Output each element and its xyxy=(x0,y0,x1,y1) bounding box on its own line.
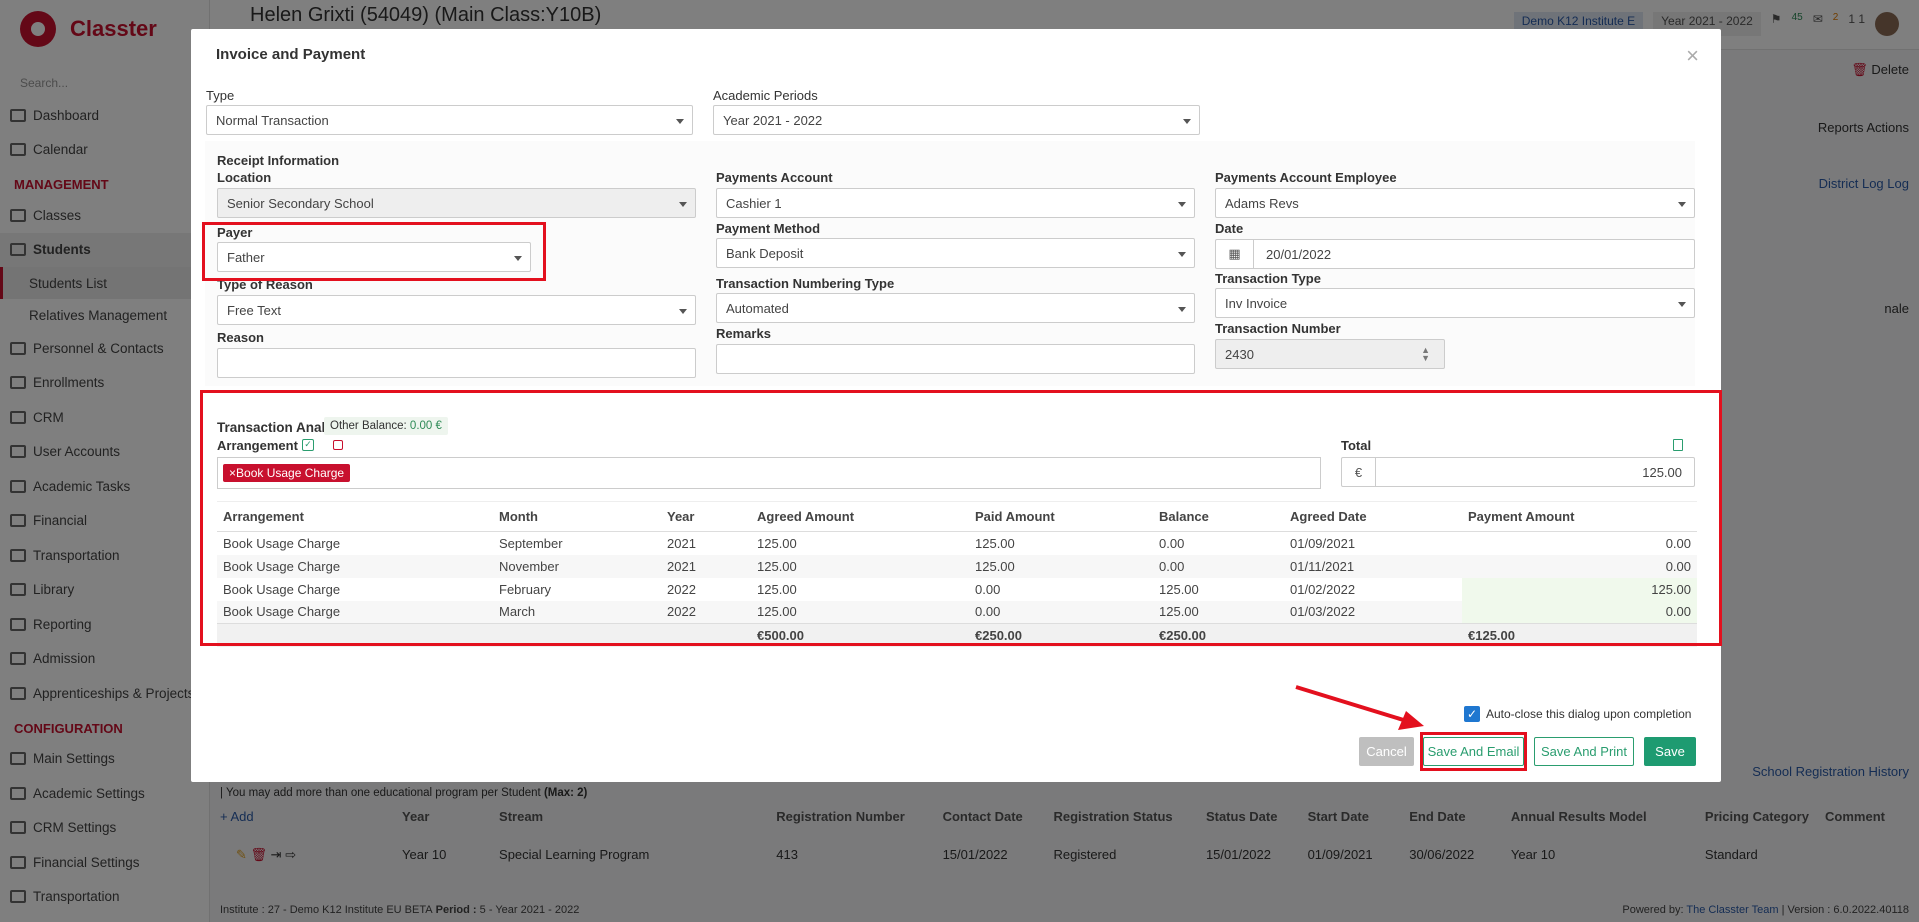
academic-periods-select[interactable]: Year 2021 - 2022 xyxy=(713,105,1200,135)
transaction-numbering-type-select[interactable]: Automated xyxy=(716,293,1195,323)
payment-method-label: Payment Method xyxy=(716,221,821,236)
transaction-type-select[interactable]: Inv Invoice xyxy=(1215,288,1695,318)
date-input[interactable]: ▦ 20/01/2022 xyxy=(1215,239,1695,269)
chevron-down-icon xyxy=(1178,202,1186,207)
spinner-icon: ▲ ▼ xyxy=(1421,345,1430,363)
payment-method-select[interactable]: Bank Deposit xyxy=(716,238,1195,268)
remarks-label: Remarks xyxy=(716,326,771,341)
chevron-down-icon xyxy=(1183,119,1191,124)
chevron-down-icon xyxy=(679,202,687,207)
cancel-button[interactable]: Cancel xyxy=(1359,737,1414,766)
remarks-textarea[interactable] xyxy=(716,344,1195,374)
reason-input[interactable] xyxy=(217,348,696,378)
payments-account-employee-select[interactable]: Adams Revs xyxy=(1215,188,1695,218)
transaction-type-label: Transaction Type xyxy=(1215,271,1321,286)
auto-close-checkbox[interactable]: ✓ xyxy=(1464,706,1480,722)
payments-account-employee-label: Payments Account Employee xyxy=(1215,170,1397,185)
payments-account-label: Payments Account xyxy=(716,170,833,185)
dialog-title: Invoice and Payment xyxy=(216,46,366,63)
academic-periods-label: Academic Periods xyxy=(713,88,818,103)
receipt-information-title: Receipt Information xyxy=(217,153,340,168)
save-and-email-highlight-box xyxy=(1420,732,1527,771)
save-button[interactable]: Save xyxy=(1644,737,1696,766)
date-label: Date xyxy=(1215,221,1244,236)
invoice-payment-dialog: Invoice and Payment × Type Normal Transa… xyxy=(191,29,1722,782)
chevron-down-icon xyxy=(1178,307,1186,312)
payments-account-select[interactable]: Cashier 1 xyxy=(716,188,1195,218)
chevron-down-icon xyxy=(679,309,687,314)
type-of-reason-select[interactable]: Free Text xyxy=(217,295,696,325)
location-label: Location xyxy=(217,170,272,185)
chevron-down-icon xyxy=(1678,302,1686,307)
chevron-down-icon xyxy=(1678,202,1686,207)
transaction-numbering-type-label: Transaction Numbering Type xyxy=(716,276,895,291)
location-select: Senior Secondary School xyxy=(217,188,696,218)
transaction-number-input: 2430 ▲ ▼ xyxy=(1215,339,1445,369)
payer-highlight-box xyxy=(202,222,546,281)
auto-close-label: Auto-close this dialog upon completion xyxy=(1486,707,1692,721)
chevron-down-icon xyxy=(1178,252,1186,257)
save-and-print-button[interactable]: Save And Print xyxy=(1534,737,1634,766)
reason-label: Reason xyxy=(217,330,264,345)
transaction-analysis-highlight-box xyxy=(200,390,1722,646)
close-icon[interactable]: × xyxy=(1686,45,1699,67)
calendar-icon[interactable]: ▦ xyxy=(1216,240,1254,268)
type-label: Type xyxy=(206,88,235,103)
chevron-down-icon xyxy=(676,119,684,124)
transaction-number-label: Transaction Number xyxy=(1215,321,1341,336)
type-select[interactable]: Normal Transaction xyxy=(206,105,693,135)
